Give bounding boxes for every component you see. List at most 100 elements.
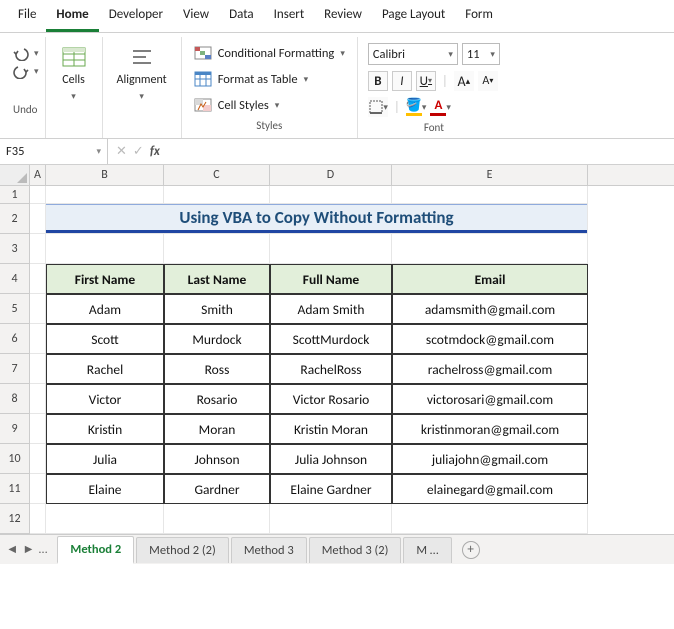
cell[interactable]	[392, 234, 588, 264]
worksheet-grid[interactable]: A B C D E 1 2 Using VBA to Copy Without …	[0, 165, 674, 534]
sheet-tab-method-3[interactable]: Method 3	[231, 537, 307, 563]
chevron-down-icon[interactable]: ▾	[139, 91, 144, 102]
cell[interactable]	[30, 186, 46, 204]
sheet-tab-overflow[interactable]: M …	[403, 537, 451, 563]
chevron-down-icon[interactable]: ▾	[34, 48, 39, 59]
next-sheet-icon[interactable]: ►	[22, 542, 34, 557]
grow-font-button[interactable]: A▴	[454, 71, 474, 91]
col-header-D[interactable]: D	[270, 165, 392, 185]
alignment-button[interactable]: Alignment	[109, 39, 175, 91]
chevron-down-icon[interactable]: ▾	[34, 66, 39, 77]
table-cell[interactable]: victorosari@gmail.com	[392, 384, 588, 414]
menu-insert[interactable]: Insert	[264, 0, 315, 32]
shrink-font-button[interactable]: A▾	[478, 71, 498, 91]
table-cell[interactable]: Rachel	[46, 354, 164, 384]
table-header[interactable]: Full Name	[270, 264, 392, 294]
cell[interactable]	[30, 384, 46, 414]
name-box[interactable]: F35▾	[0, 139, 108, 164]
cell[interactable]	[30, 354, 46, 384]
table-cell[interactable]: ScottMurdock	[270, 324, 392, 354]
cell[interactable]	[30, 204, 46, 234]
menu-page-layout[interactable]: Page Layout	[372, 0, 455, 32]
cell[interactable]	[30, 414, 46, 444]
table-cell[interactable]: Scott	[46, 324, 164, 354]
table-cell[interactable]: Kristin	[46, 414, 164, 444]
cell[interactable]	[30, 294, 46, 324]
confirm-formula-icon[interactable]: ✓	[133, 144, 144, 159]
cell[interactable]	[30, 474, 46, 504]
cell[interactable]	[164, 186, 270, 204]
table-cell[interactable]: Smith	[164, 294, 270, 324]
table-cell[interactable]: adamsmith@gmail.com	[392, 294, 588, 324]
row-header-12[interactable]: 12	[0, 504, 30, 534]
table-cell[interactable]: juliajohn@gmail.com	[392, 444, 588, 474]
cell[interactable]	[30, 234, 46, 264]
menu-review[interactable]: Review	[314, 0, 372, 32]
sheet-tab-method-3-2[interactable]: Method 3 (2)	[309, 537, 402, 563]
menu-view[interactable]: View	[173, 0, 219, 32]
table-cell[interactable]: Rosario	[164, 384, 270, 414]
table-cell[interactable]: Julia	[46, 444, 164, 474]
add-sheet-button[interactable]: +	[462, 541, 480, 559]
font-size-combo[interactable]: 11▾	[462, 43, 500, 65]
menu-developer[interactable]: Developer	[99, 0, 173, 32]
menu-data[interactable]: Data	[219, 0, 264, 32]
row-header-3[interactable]: 3	[0, 234, 30, 264]
row-header-1[interactable]: 1	[0, 186, 30, 204]
row-header-11[interactable]: 11	[0, 474, 30, 504]
table-cell[interactable]: Ross	[164, 354, 270, 384]
redo-icon[interactable]	[12, 63, 32, 79]
cell[interactable]	[392, 186, 588, 204]
row-header-5[interactable]: 5	[0, 294, 30, 324]
table-cell[interactable]: Julia Johnson	[270, 444, 392, 474]
cell[interactable]	[164, 234, 270, 264]
cells-button[interactable]: Cells	[52, 39, 96, 91]
table-cell[interactable]: Murdock	[164, 324, 270, 354]
cancel-formula-icon[interactable]: ✕	[116, 144, 127, 159]
table-cell[interactable]: Gardner	[164, 474, 270, 504]
cell[interactable]	[30, 504, 46, 534]
cell[interactable]	[392, 504, 588, 534]
italic-button[interactable]: I	[392, 71, 412, 91]
table-cell[interactable]: Adam	[46, 294, 164, 324]
underline-button[interactable]: U▾	[416, 71, 436, 91]
undo-icon[interactable]	[12, 45, 32, 61]
sheet-overflow[interactable]: …	[39, 542, 48, 557]
table-cell[interactable]: Elaine Gardner	[270, 474, 392, 504]
col-header-B[interactable]: B	[46, 165, 164, 185]
cell[interactable]	[270, 186, 392, 204]
format-as-table-button[interactable]: Format as Table▾	[192, 69, 347, 89]
table-cell[interactable]: Victor	[46, 384, 164, 414]
select-all-button[interactable]	[0, 165, 30, 185]
cell[interactable]	[270, 504, 392, 534]
row-header-9[interactable]: 9	[0, 414, 30, 444]
table-header[interactable]: Last Name	[164, 264, 270, 294]
conditional-formatting-button[interactable]: Conditional Formatting▾	[192, 43, 347, 63]
fill-color-button[interactable]: 🪣 ▾	[406, 98, 427, 116]
font-color-button[interactable]: A ▾	[430, 98, 451, 116]
col-header-C[interactable]: C	[164, 165, 270, 185]
row-header-4[interactable]: 4	[0, 264, 30, 294]
row-header-2[interactable]: 2	[0, 204, 30, 234]
menu-home[interactable]: Home	[46, 0, 98, 32]
table-header[interactable]: Email	[392, 264, 588, 294]
table-cell[interactable]: Johnson	[164, 444, 270, 474]
prev-sheet-icon[interactable]: ◄	[6, 542, 18, 557]
cell[interactable]	[46, 234, 164, 264]
menu-file[interactable]: File	[8, 0, 46, 32]
menu-formulas[interactable]: Form	[455, 0, 503, 32]
cell[interactable]	[46, 186, 164, 204]
col-header-E[interactable]: E	[392, 165, 588, 185]
sheet-tab-method-2[interactable]: Method 2	[57, 536, 134, 564]
table-cell[interactable]: Victor Rosario	[270, 384, 392, 414]
cell[interactable]	[30, 264, 46, 294]
cell[interactable]	[30, 444, 46, 474]
col-header-A[interactable]: A	[30, 165, 46, 185]
cell[interactable]	[270, 234, 392, 264]
table-cell[interactable]: Elaine	[46, 474, 164, 504]
table-cell[interactable]: Adam Smith	[270, 294, 392, 324]
row-header-10[interactable]: 10	[0, 444, 30, 474]
table-cell[interactable]: RachelRoss	[270, 354, 392, 384]
table-cell[interactable]: elainegard@gmail.com	[392, 474, 588, 504]
table-cell[interactable]: Kristin Moran	[270, 414, 392, 444]
